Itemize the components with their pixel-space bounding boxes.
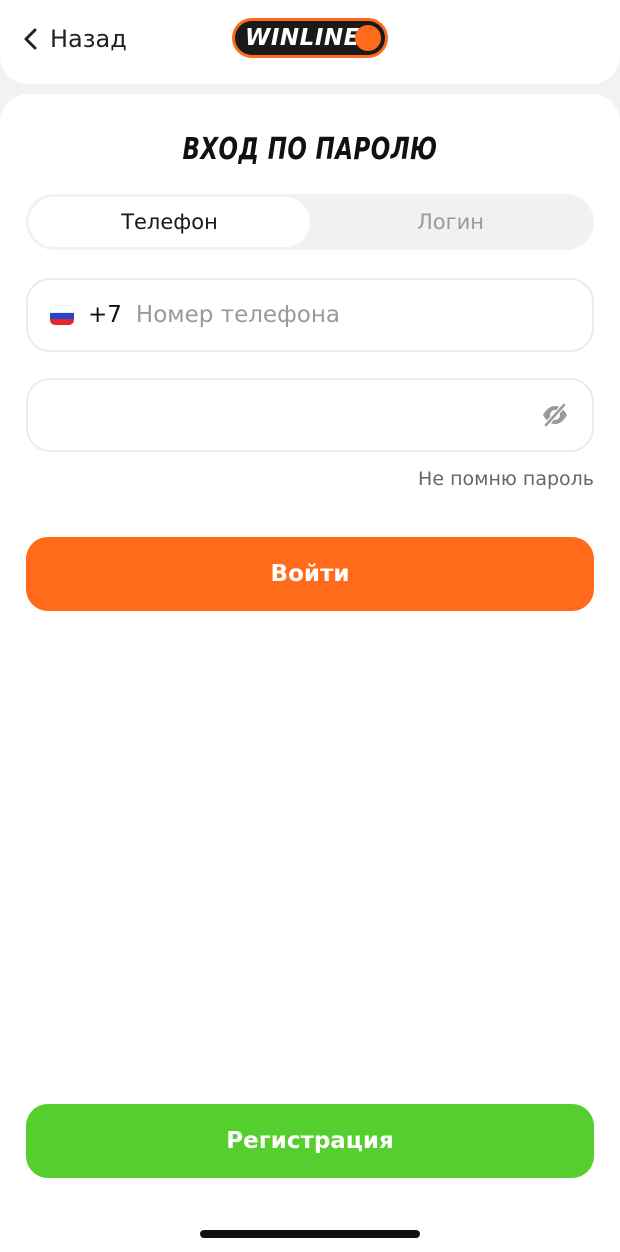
tab-phone[interactable]: Телефон (29, 197, 310, 247)
eye-off-icon[interactable] (540, 400, 570, 430)
russia-flag-icon[interactable] (50, 305, 74, 325)
phone-input[interactable] (135, 302, 516, 328)
chevron-left-icon (24, 28, 37, 50)
country-code: +7 (88, 302, 122, 328)
back-label: Назад (50, 25, 127, 53)
header: Назад WINLINE (0, 0, 620, 84)
logo-text: WINLINE (245, 25, 360, 51)
password-field (26, 378, 594, 452)
auth-method-switch: Телефон Логин (26, 194, 594, 250)
app-root: Назад WINLINE ВХОД ПО ПАРОЛЮ Телефон Лог… (0, 0, 620, 1252)
winline-logo: WINLINE (232, 18, 388, 58)
forgot-password-link[interactable]: Не помню пароль (418, 468, 594, 490)
password-input[interactable] (50, 402, 540, 428)
tab-login[interactable]: Логин (310, 197, 591, 247)
page-title: ВХОД ПО ПАРОЛЮ (182, 132, 438, 167)
login-card: ВХОД ПО ПАРОЛЮ Телефон Логин +7 Номер те… (0, 94, 620, 1252)
login-button[interactable]: Войти (26, 537, 594, 611)
phone-field: +7 (26, 278, 594, 352)
back-button[interactable]: Назад (22, 22, 127, 56)
logo-dot (355, 25, 381, 51)
register-button[interactable]: Регистрация (26, 1104, 594, 1178)
home-indicator (200, 1230, 420, 1238)
